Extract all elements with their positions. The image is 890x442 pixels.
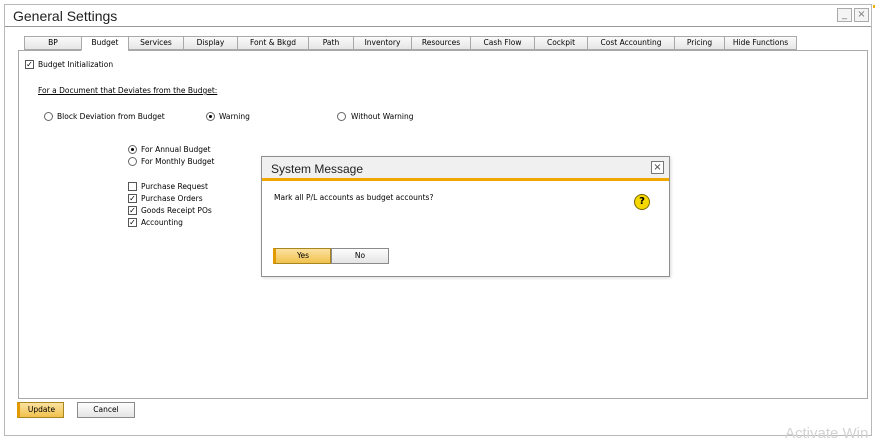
system-message-dialog: System Message × Mark all P/L accounts a… [261,156,670,277]
radio-block-deviation-label: Block Deviation from Budget [57,112,165,121]
tab-cash-flow[interactable]: Cash Flow [470,36,534,50]
radio-warning-label: Warning [219,112,250,121]
update-button[interactable]: Update [17,402,64,418]
tab-resources[interactable]: Resources [411,36,470,50]
radio-annual-budget[interactable] [128,145,137,154]
radio-without-warning[interactable] [337,112,346,121]
tab-services[interactable]: Services [128,36,183,50]
tab-display[interactable]: Display [183,36,237,50]
dialog-message: Mark all P/L accounts as budget accounts… [274,193,434,202]
purchase-orders-label: Purchase Orders [141,194,203,203]
dialog-title-bar: System Message × [262,157,669,181]
yes-button[interactable]: Yes [273,248,331,264]
radio-without-warning-label: Without Warning [351,112,414,121]
dialog-close-icon[interactable]: × [651,161,664,174]
tab-inventory[interactable]: Inventory [353,36,411,50]
budget-init-checkbox[interactable]: ✓ [25,60,34,69]
checkbox-accounting[interactable]: ✓ [128,218,137,227]
tab-pricing[interactable]: Pricing [674,36,724,50]
checkbox-purchase-request[interactable] [128,182,137,191]
tab-hide-functions[interactable]: Hide Functions [724,36,797,50]
dialog-title: System Message [271,162,364,176]
tab-path[interactable]: Path [308,36,353,50]
tab-bp[interactable]: BP [24,36,81,50]
checkbox-goods-receipt-pos[interactable]: ✓ [128,206,137,215]
tab-cost-accounting[interactable]: Cost Accounting [587,36,674,50]
help-question-icon: ? [634,194,650,210]
title-bar: General Settings _ × [5,5,875,27]
checkbox-purchase-orders[interactable]: ✓ [128,194,137,203]
tab-budget[interactable]: Budget [81,36,128,51]
goods-receipt-pos-label: Goods Receipt POs [141,206,212,215]
no-button[interactable]: No [331,248,389,264]
radio-monthly-budget[interactable] [128,157,137,166]
radio-block-deviation[interactable] [44,112,53,121]
accounting-label: Accounting [141,218,183,227]
cancel-button[interactable]: Cancel [77,402,135,418]
deviation-heading: For a Document that Deviates from the Bu… [38,86,218,95]
activation-watermark: Activate Win [785,425,869,442]
tab-strip: BP Budget Services Display Font & Bkgd P… [24,36,797,51]
tab-font-bkgd[interactable]: Font & Bkgd [237,36,308,50]
radio-monthly-budget-label: For Monthly Budget [141,157,215,166]
purchase-request-label: Purchase Request [141,182,208,191]
window-title: General Settings [13,8,118,24]
radio-warning[interactable] [206,112,215,121]
tab-cockpit[interactable]: Cockpit [534,36,587,50]
close-button[interactable]: × [854,8,869,22]
minimize-button[interactable]: _ [837,8,852,22]
radio-annual-budget-label: For Annual Budget [141,145,211,154]
budget-init-label: Budget Initialization [38,60,114,69]
accent-mark [873,5,875,8]
